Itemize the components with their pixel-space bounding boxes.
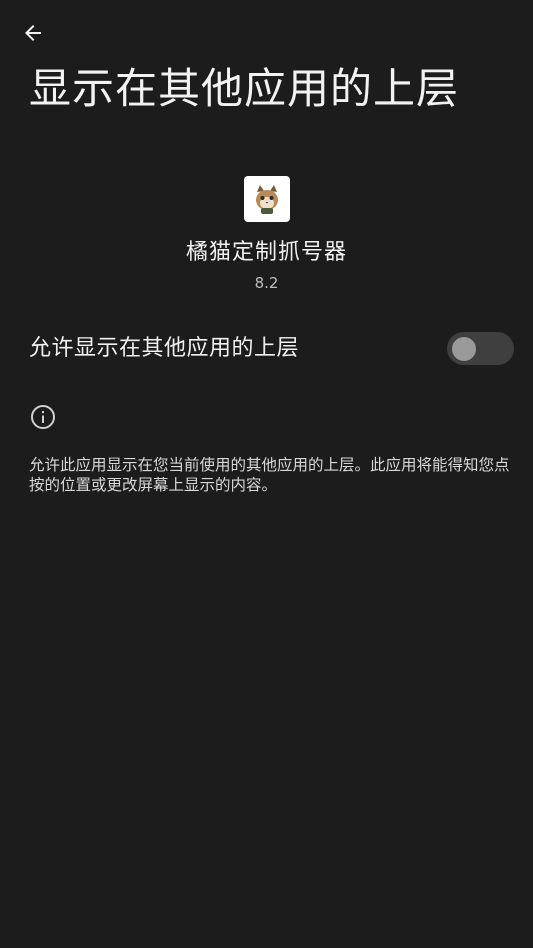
overlay-permission-screen: 显示在其他应用的上层 橘猫定制抓号器 8.2 允许显示在其他应用的上层 允许此应… (0, 0, 533, 948)
permission-description: 允许此应用显示在您当前使用的其他应用的上层。此应用将能得知您点按的位置或更改屏幕… (29, 456, 510, 494)
allow-overlay-label: 允许显示在其他应用的上层 (29, 336, 300, 361)
app-version: 8.2 (254, 274, 279, 292)
arrow-back-icon (25, 25, 41, 41)
allow-overlay-setting-row[interactable]: 允许显示在其他应用的上层 (0, 322, 533, 376)
app-cat-icon (243, 176, 290, 222)
back-button[interactable] (10, 10, 56, 56)
app-name: 橘猫定制抓号器 (185, 240, 347, 265)
toggle-knob (452, 336, 476, 361)
page-title: 显示在其他应用的上层 (29, 64, 460, 113)
allow-overlay-toggle[interactable] (447, 332, 514, 365)
app-header: 橘猫定制抓号器 8.2 (0, 176, 533, 292)
info-icon (31, 405, 55, 429)
